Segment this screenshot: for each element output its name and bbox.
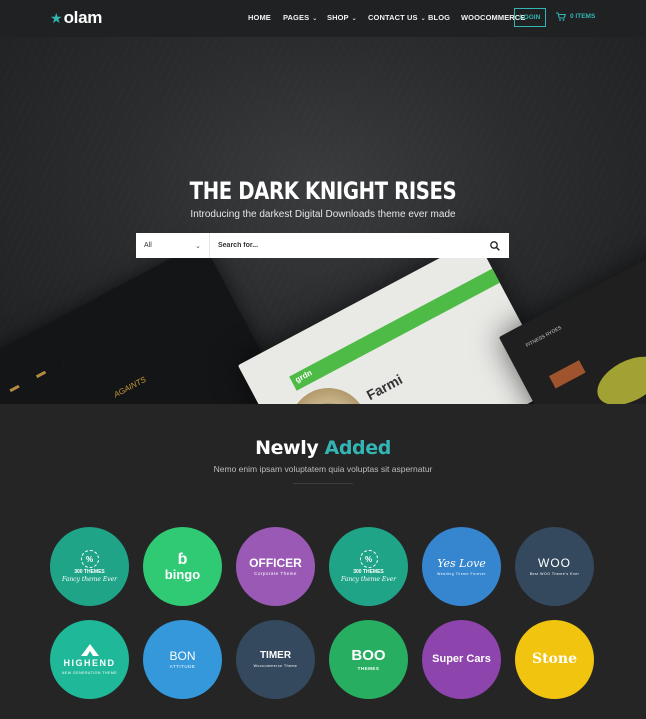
mockup-button bbox=[549, 360, 586, 389]
theme-card-bingo[interactable]: ɓ bingo bbox=[143, 527, 222, 606]
theme-card-bon[interactable]: BON ATTITUDE bbox=[143, 620, 222, 699]
section-title-part2: Added bbox=[324, 437, 392, 459]
chevron-down-icon: ⌄ bbox=[312, 16, 318, 22]
bingo-logo-icon: ɓ bbox=[177, 550, 188, 568]
mockup-menu-lines bbox=[0, 361, 64, 404]
section-title: Newly Added bbox=[0, 437, 646, 459]
theme-card-timer[interactable]: TIMER Woocommerce Theme bbox=[236, 620, 315, 699]
search-icon bbox=[490, 240, 500, 251]
nav-item-pages[interactable]: PAGES ⌄ bbox=[283, 13, 317, 22]
percent-badge-icon: % bbox=[80, 550, 99, 569]
cart-icon bbox=[556, 12, 566, 21]
mockup-heading: Farmi bbox=[363, 371, 405, 404]
mockup-leaf-image bbox=[589, 346, 646, 404]
main-nav: HOME PAGES ⌄ SHOP ⌄ CONTACT US ⌄ BLOG WOOCO… bbox=[0, 0, 646, 37]
theme-title: Yes Love bbox=[437, 557, 486, 570]
theme-title: BON bbox=[169, 648, 196, 663]
theme-title: Stone bbox=[531, 651, 577, 668]
nav-item-label: SHOP bbox=[327, 13, 349, 22]
category-select[interactable]: All ⌄ bbox=[136, 233, 210, 258]
nav-item-label: CONTACT US bbox=[368, 13, 418, 22]
theme-card-boo[interactable]: BOO THEMES bbox=[329, 620, 408, 699]
section-subtitle: Nemo enim ipsam voluptatem quia voluptas… bbox=[213, 464, 433, 474]
mockup-left-text: AGAINTS bbox=[112, 374, 148, 400]
cart-button[interactable]: 0 ITEMS bbox=[556, 12, 595, 21]
login-button[interactable]: LOGIN bbox=[514, 8, 546, 27]
mountain-icon bbox=[80, 644, 99, 657]
theme-card-300-themes[interactable]: % 300 THEMES Fancy theme Ever bbox=[50, 527, 129, 606]
theme-subtitle: Fancy theme Ever bbox=[61, 575, 118, 583]
chevron-down-icon: ⌄ bbox=[195, 242, 201, 250]
theme-card-yes-love[interactable]: Yes Love Wedding Theme Forever bbox=[422, 527, 501, 606]
search-input[interactable] bbox=[210, 233, 481, 258]
hero-section: AGAINTS grdn Farmi FITNESS RYDES THE DAR… bbox=[0, 37, 646, 404]
theme-title: bingo bbox=[164, 566, 201, 582]
chevron-down-icon: ⌄ bbox=[351, 16, 357, 22]
category-value: All bbox=[144, 242, 152, 249]
theme-title: WOO bbox=[538, 556, 571, 571]
nav-item-label: PAGES bbox=[283, 13, 310, 22]
theme-subtitle: NEW GENERATION THEME bbox=[61, 670, 118, 675]
hero-subtitle: Introducing the darkest Digital Download… bbox=[190, 209, 456, 220]
section-title-part1: Newly bbox=[255, 437, 319, 459]
theme-subtitle: THEMES bbox=[357, 665, 380, 671]
section-divider bbox=[293, 483, 353, 484]
theme-card-highend[interactable]: HIGHEND NEW GENERATION THEME bbox=[50, 620, 129, 699]
theme-title: TIMER bbox=[259, 650, 292, 662]
theme-title: HIGHEND bbox=[63, 658, 116, 669]
search-button[interactable] bbox=[481, 233, 509, 258]
nav-item-shop[interactable]: SHOP ⌄ bbox=[327, 13, 357, 22]
nav-item-label: HOME bbox=[248, 13, 271, 22]
nav-item-label: BLOG bbox=[428, 13, 451, 22]
theme-subtitle: Woocommerce Theme bbox=[253, 663, 298, 668]
site-header: ★ olam HOME PAGES ⌄ SHOP ⌄ CONTACT US ⌄ BLO… bbox=[0, 0, 646, 37]
mockup-right-text: FITNESS RYDES bbox=[524, 325, 563, 349]
search-bar: All ⌄ bbox=[136, 233, 509, 258]
percent-badge-icon: % bbox=[359, 550, 378, 569]
theme-subtitle: Best WOO Theme's Ever bbox=[529, 571, 580, 576]
cart-label: 0 ITEMS bbox=[570, 13, 596, 20]
theme-subtitle: Fancy theme Ever bbox=[340, 575, 397, 583]
theme-subtitle: ATTITUDE bbox=[169, 664, 196, 670]
theme-title: Super Cars bbox=[432, 652, 491, 665]
theme-card-woo[interactable]: WOO Best WOO Theme's Ever bbox=[515, 527, 594, 606]
nav-item-contact[interactable]: CONTACT US ⌄ bbox=[368, 13, 426, 22]
nav-item-blog[interactable]: BLOG bbox=[428, 13, 450, 22]
theme-card-300-themes-2[interactable]: % 300 THEMES Fancy theme Ever bbox=[329, 527, 408, 606]
hero-title: THE DARK KNIGHT RISES bbox=[189, 177, 457, 205]
theme-card-officer[interactable]: OFFICER Corporate Theme bbox=[236, 527, 315, 606]
theme-subtitle: Wedding Theme Forever bbox=[436, 572, 487, 576]
theme-subtitle: Corporate Theme bbox=[254, 571, 297, 577]
theme-title: OFFICER bbox=[249, 555, 302, 570]
chevron-down-icon: ⌄ bbox=[420, 16, 426, 22]
theme-title: BOO bbox=[351, 647, 386, 665]
theme-card-stone[interactable]: Stone bbox=[515, 620, 594, 699]
theme-card-super-cars[interactable]: Super Cars bbox=[422, 620, 501, 699]
nav-item-home[interactable]: HOME bbox=[248, 13, 271, 22]
